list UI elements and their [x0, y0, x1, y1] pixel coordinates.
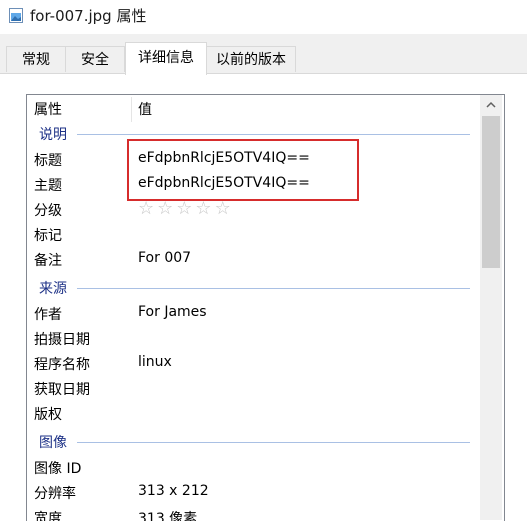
star-icon[interactable]: ☆: [215, 198, 234, 219]
group-image: 图像: [27, 432, 482, 452]
star-icon[interactable]: ☆: [138, 198, 157, 219]
property-name: 作者: [34, 307, 62, 323]
property-name: 标题: [34, 153, 62, 169]
window-title: for-007.jpg 属性: [30, 7, 147, 25]
group-label: 说明: [39, 127, 67, 143]
tab-details[interactable]: 详细信息: [125, 42, 207, 75]
property-name: 分辨率: [34, 486, 76, 502]
property-name: 标记: [34, 228, 62, 244]
property-name: 主题: [34, 178, 62, 194]
group-divider: [77, 288, 470, 289]
title-bar: for-007.jpg 属性: [0, 0, 527, 34]
column-header-value[interactable]: 值: [138, 99, 152, 119]
property-row-tags[interactable]: 标记: [27, 223, 482, 248]
tab-security[interactable]: 安全: [65, 46, 125, 72]
property-name: 备注: [34, 253, 62, 269]
property-row-width[interactable]: 宽度 313 像素: [27, 506, 482, 521]
property-row-comments[interactable]: 备注 For 007: [27, 248, 482, 273]
property-row-program[interactable]: 程序名称 linux: [27, 352, 482, 377]
property-row-image-id[interactable]: 图像 ID: [27, 456, 482, 481]
property-row-date-acquired[interactable]: 获取日期: [27, 377, 482, 402]
group-label: 图像: [39, 435, 67, 451]
highlight-box: [127, 139, 359, 201]
column-header-property[interactable]: 属性: [34, 99, 62, 119]
property-value[interactable]: 313 像素: [138, 508, 197, 521]
property-row-date-taken[interactable]: 拍摄日期: [27, 327, 482, 352]
property-name: 获取日期: [34, 382, 90, 398]
rating-stars[interactable]: ☆☆☆☆☆: [138, 198, 234, 219]
property-row-author[interactable]: 作者 For James: [27, 302, 482, 327]
property-value[interactable]: For 007: [138, 250, 191, 266]
property-name: 宽度: [34, 511, 62, 521]
property-value[interactable]: linux: [138, 354, 172, 370]
property-row-rating[interactable]: 分级 ☆☆☆☆☆: [27, 198, 482, 223]
column-divider[interactable]: [131, 97, 132, 122]
group-divider: [77, 134, 470, 135]
star-icon[interactable]: ☆: [157, 198, 176, 219]
property-name: 分级: [34, 203, 62, 219]
chevron-up-icon: [486, 101, 496, 108]
tab-previous-versions[interactable]: 以前的版本: [206, 46, 296, 72]
tab-bar: 常规 安全 详细信息 以前的版本: [0, 34, 527, 75]
property-row-copyright[interactable]: 版权: [27, 402, 482, 427]
scroll-up-button[interactable]: [480, 95, 502, 115]
tab-general[interactable]: 常规: [6, 46, 66, 72]
property-name: 版权: [34, 407, 62, 423]
scroll-thumb[interactable]: [482, 116, 500, 268]
group-origin: 来源: [27, 278, 482, 298]
property-name: 程序名称: [34, 357, 90, 373]
property-value[interactable]: 313 x 212: [138, 483, 209, 499]
column-header: 属性 值: [27, 97, 482, 122]
vertical-scrollbar[interactable]: [480, 95, 502, 520]
star-icon[interactable]: ☆: [176, 198, 195, 219]
group-divider: [77, 442, 470, 443]
group-label: 来源: [39, 281, 67, 297]
property-value[interactable]: For James: [138, 304, 207, 320]
property-name: 图像 ID: [34, 461, 82, 477]
property-name: 拍摄日期: [34, 332, 90, 348]
property-row-resolution[interactable]: 分辨率 313 x 212: [27, 481, 482, 506]
star-icon[interactable]: ☆: [195, 198, 214, 219]
image-file-icon: [9, 8, 23, 23]
